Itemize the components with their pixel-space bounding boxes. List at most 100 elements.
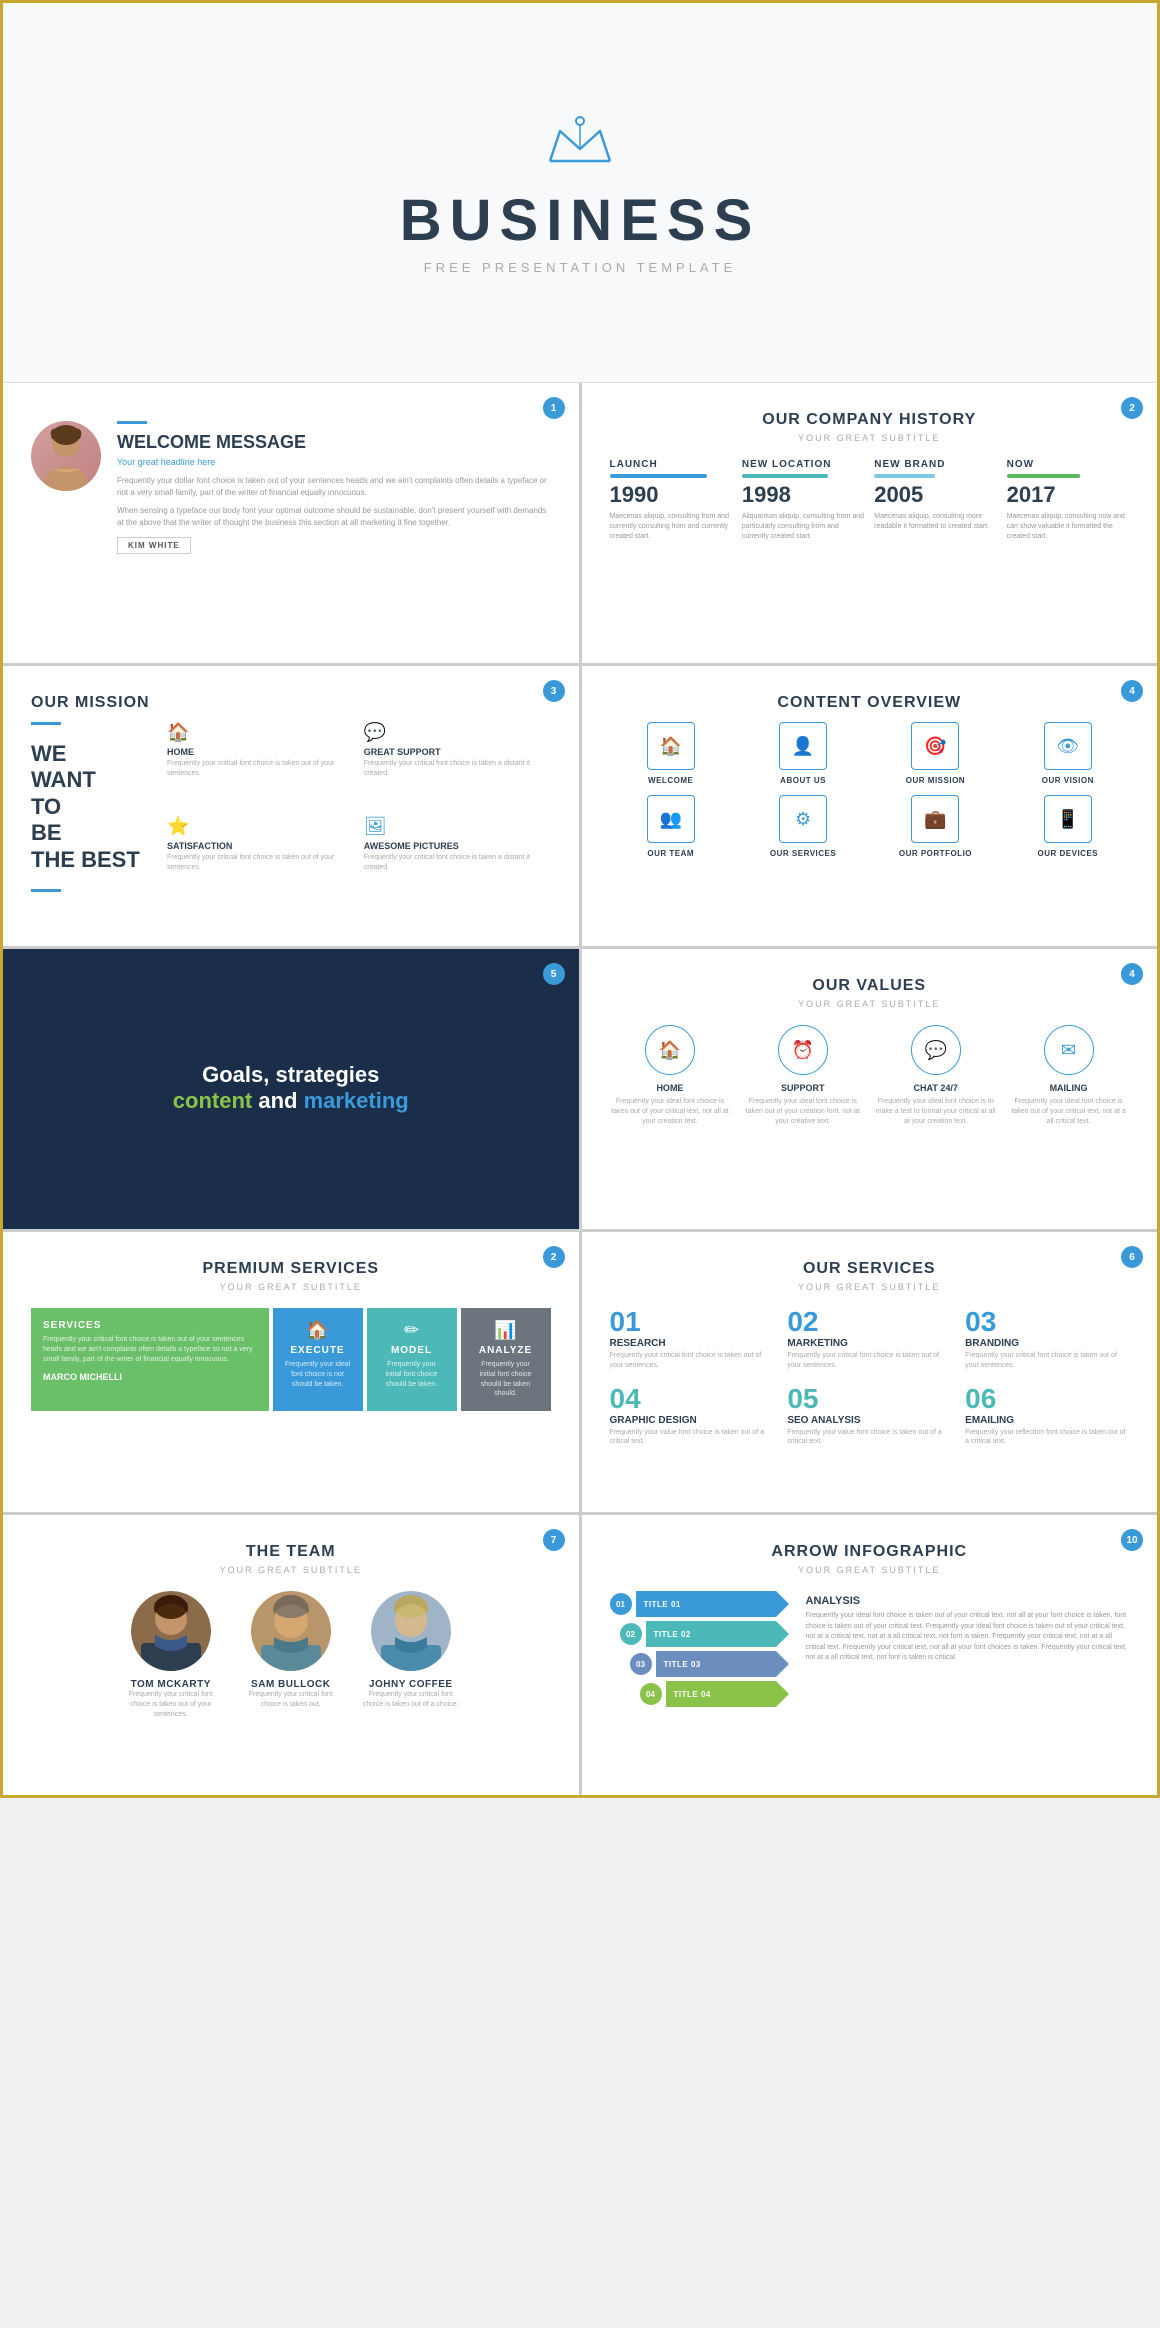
overview-icon-7: 📱 [1044,795,1092,843]
services-banner: SERVICES Frequently your critical font c… [31,1308,551,1411]
team-member-0: TOM MCKARTY Frequently your critical fon… [121,1591,221,1719]
value-desc-0: Frequently your ideal font choice is tak… [610,1097,731,1126]
mission-title-0: HOME [167,747,354,757]
team-desc-0: Frequently your critical font choice is … [121,1690,221,1719]
history-subheading: YOUR GREAT SUBTITLE [610,433,1130,443]
slide-number-4: 4 [1121,680,1143,702]
team-grid: TOM MCKARTY Frequently your critical fon… [31,1591,551,1719]
overview-item-5: ⚙ OUR SERVICES [742,795,864,858]
arrow-label-0: TITLE 01 [644,1600,681,1609]
history-desc-3: Maecenas aliquip, consulting now and can… [1007,512,1129,541]
slide-values: 4 OUR VALUES YOUR GREAT SUBTITLE 🏠 HOME … [582,949,1158,1229]
overview-icon-2: 🎯 [911,722,959,770]
value-desc-3: Frequently your ideal font choice is tak… [1008,1097,1129,1126]
history-bar-3 [1007,474,1080,478]
our-services-heading: OUR SERVICES [610,1260,1130,1278]
overview-icon-0: 🏠 [647,722,695,770]
welcome-title: WELCOME MESSAGE [117,432,551,453]
slide-number-8: 2 [543,1246,565,1268]
welcome-body-2: When sensing a typeface our body font yo… [117,505,551,529]
values-subheading: YOUR GREAT SUBTITLE [610,999,1130,1009]
value-title-1: SUPPORT [781,1083,825,1093]
arrow-label-2: TITLE 03 [664,1660,701,1669]
slide-team: 7 THE TEAM YOUR GREAT SUBTITLE [3,1515,579,1795]
team-name-2: JOHNY COFFEE [369,1679,453,1690]
history-bar-1 [742,474,828,478]
our-services-grid: 01 RESEARCH Frequently your critical fon… [610,1308,1130,1447]
execute-icon: 🏠 [306,1320,328,1341]
mission-item-1: 💬 GREAT SUPPORT Frequently your critical… [364,722,551,806]
overview-item-0: 🏠 WELCOME [610,722,732,785]
service-title-2: BRANDING [965,1338,1129,1349]
overview-grid: 🏠 WELCOME 👤 ABOUT US 🎯 OUR MISSION 👁 OUR… [610,722,1130,858]
main-title: BUSINESS [400,187,761,254]
dark-connector: and [258,1088,303,1113]
team-member-1: SAM BULLOCK Frequently your critical fon… [241,1591,341,1719]
slide-number-9: 6 [1121,1246,1143,1268]
service-item-4: 05 SEO ANALYSIS Frequently your value fo… [787,1385,951,1448]
slide-history: 2 OUR COMPANY HISTORY YOUR GREAT SUBTITL… [582,383,1158,663]
value-item-2: 💬 CHAT 24/7 Frequently your ideal font c… [875,1025,996,1126]
main-subtitle: FREE PRESENTATION TEMPLATE [424,260,737,275]
history-item-0: LAUNCH 1990 Maecenas aliquip, consulting… [610,459,732,541]
history-item-1: NEW LOCATION 1998 Aliquantum aliquip, co… [742,459,864,541]
arrow-subheading: YOUR GREAT SUBTITLE [610,1565,1130,1575]
team-desc-1: Frequently your critical font choice is … [241,1690,341,1710]
welcome-content: WELCOME MESSAGE Your great headline here… [31,421,551,554]
value-item-3: ✉ MAILING Frequently your ideal font cho… [1008,1025,1129,1126]
mission-big-text: WEWANTTOBETHE BEST [31,741,151,873]
services-analyze-label: Analyze [479,1345,532,1356]
value-title-3: MAILING [1050,1083,1088,1093]
history-label-0: LAUNCH [610,459,732,470]
satisfaction-icon: ⭐ [167,816,354,837]
service-num-0: 01 [610,1308,774,1336]
team-subheading: YOUR GREAT SUBTITLE [31,1565,551,1575]
mission-desc-1: Frequently your critical font choice is … [364,759,551,779]
service-num-2: 03 [965,1308,1129,1336]
mission-desc-3: Frequently your critical font choice is … [364,853,551,873]
arrows-left: 01 TITLE 01 02 TITLE 02 03 [610,1591,790,1711]
services-blue-col: 🏠 Execute Frequently your ideal font cho… [273,1308,363,1411]
dark-title-text: Goals, strategies [202,1062,379,1087]
service-desc-0: Frequently your critical font choice is … [610,1351,774,1371]
slide-number-7: 4 [1121,963,1143,985]
service-desc-4: Frequently your value font choice is tak… [787,1428,951,1448]
service-title-3: GRAPHIC DESIGN [610,1415,774,1426]
team-avatar-2 [371,1591,451,1671]
home-icon: 🏠 [167,722,354,743]
overview-icon-4: 👥 [647,795,695,843]
overview-label-2: OUR MISSION [906,776,965,785]
services-model-label: Model [391,1345,432,1356]
welcome-role: Your great headline here [117,457,551,467]
analysis-box: ANALYSIS Frequently your ideal font choi… [806,1595,1130,1664]
arrow-shape-0: TITLE 01 [636,1591,776,1617]
slide-number-3: 3 [543,680,565,702]
services-gray-col: 📊 Analyze Frequently your initial font c… [461,1308,551,1411]
value-title-2: CHAT 24/7 [914,1083,958,1093]
history-item-3: NOW 2017 Maecenas aliquip, consulting no… [1007,459,1129,541]
services-green-col: SERVICES Frequently your critical font c… [31,1308,269,1411]
dark-highlight-2: marketing [304,1088,409,1113]
welcome-body-1: Frequently your dollar font choice is ta… [117,475,551,499]
values-grid: 🏠 HOME Frequently your ideal font choice… [610,1025,1130,1126]
value-icon-1: ⏰ [778,1025,828,1075]
overview-label-3: OUR VISION [1042,776,1094,785]
person-svg [31,421,101,491]
team-person-3-svg [371,1591,451,1671]
arrows-right: ANALYSIS Frequently your ideal font choi… [806,1591,1130,1711]
overview-heading: CONTENT OVERVIEW [610,694,1130,712]
values-heading: OUR VALUES [610,977,1130,995]
history-desc-2: Maecenas aliquip, consulting more readab… [874,512,996,532]
services-green-label: SERVICES [43,1320,257,1331]
analysis-desc: Frequently your ideal font choice is tak… [806,1611,1130,1664]
welcome-text: WELCOME MESSAGE Your great headline here… [117,421,551,554]
team-person-1-svg [131,1591,211,1671]
services-execute-label: Execute [290,1345,344,1356]
analyze-icon: 📊 [494,1320,516,1341]
team-avatar-0 [131,1591,211,1671]
overview-item-3: 👁 OUR VISION [1007,722,1129,785]
pictures-icon: 🖼 [364,816,551,837]
slide-number-11: 10 [1121,1529,1143,1551]
person-circle-3 [371,1591,451,1671]
mission-title-3: AWESOME PICTURES [364,841,551,851]
